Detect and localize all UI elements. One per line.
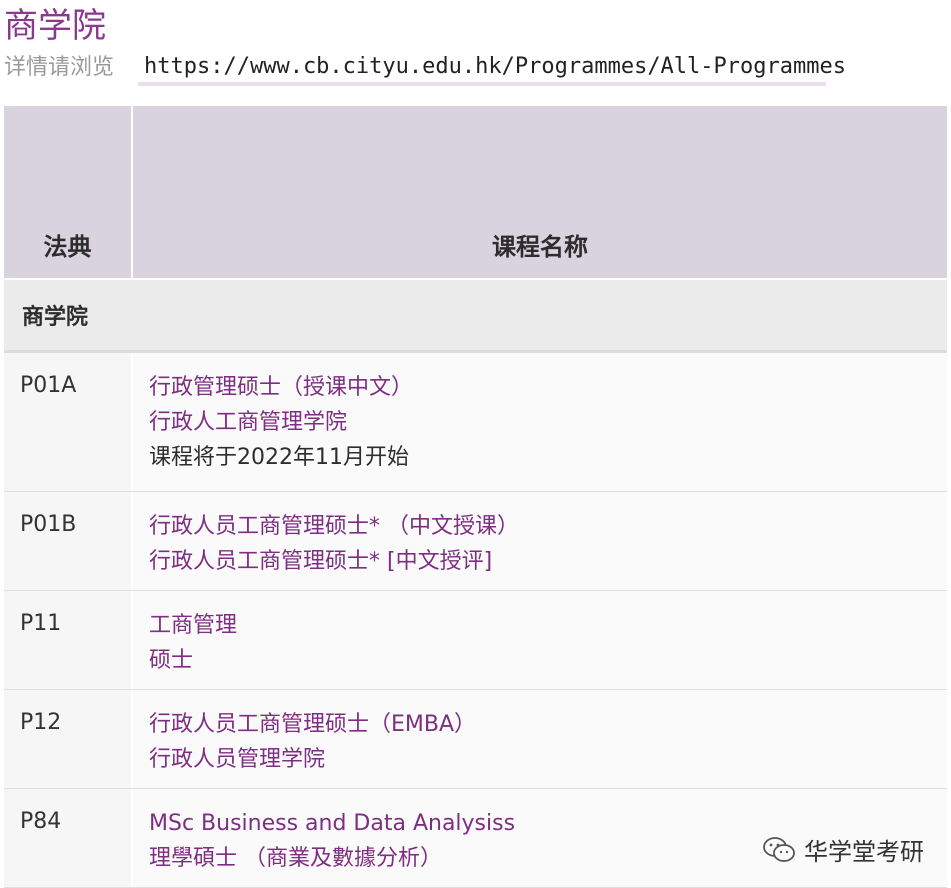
programme-name-cell: 行政管理硕士（授课中文） 行政人工商管理学院 课程将于2022年11月开始: [133, 353, 947, 491]
table-row: P01B 行政人员工商管理硕士* （中文授课） 行政人员工商管理硕士* [中文授…: [4, 492, 947, 591]
page-title: 商学院: [4, 6, 106, 46]
programme-note: 课程将于2022年11月开始: [149, 445, 409, 470]
programme-code: P01B: [4, 492, 133, 590]
table-header: 法典 课程名称: [4, 106, 947, 278]
programme-name-link[interactable]: 行政管理硕士（授课中文）: [149, 370, 947, 405]
url-prefix: 详情请浏览: [4, 55, 115, 80]
header-name: 课程名称: [492, 233, 588, 261]
programme-name-link[interactable]: 行政人员工商管理硕士* （中文授课）: [149, 509, 947, 544]
programme-code: P84: [4, 789, 133, 887]
programme-table: 法典 课程名称 商学院 P01A 行政管理硕士（授课中文） 行政人工商管理学院 …: [4, 106, 947, 888]
table-row: P11 工商管理 硕士: [4, 591, 947, 690]
programme-name-link[interactable]: 行政人员工商管理硕士（EMBA）: [149, 707, 947, 742]
table-row: P12 行政人员工商管理硕士（EMBA） 行政人员管理学院: [4, 690, 947, 789]
section-row: 商学院: [4, 280, 947, 350]
header-code: 法典: [4, 106, 133, 278]
programme-name-link[interactable]: 行政人员管理学院: [149, 742, 947, 777]
programme-code: P11: [4, 591, 133, 689]
programme-name-cell: 行政人员工商管理硕士（EMBA） 行政人员管理学院: [133, 690, 947, 788]
watermark-text: 华学堂考研: [804, 838, 924, 866]
wechat-icon: [763, 836, 795, 862]
programmes-link[interactable]: https://www.cb.cityu.edu.hk/Programmes/A…: [138, 52, 846, 86]
programme-code: P01A: [4, 353, 133, 491]
programme-name-cell: 工商管理 硕士: [133, 591, 947, 689]
programme-code: P12: [4, 690, 133, 788]
watermark: 华学堂考研: [762, 832, 924, 867]
programme-name-cell: 行政人员工商管理硕士* （中文授课） 行政人员工商管理硕士* [中文授评]: [133, 492, 947, 590]
programme-name-link[interactable]: 行政人工商管理学院: [149, 405, 947, 440]
programme-name-link[interactable]: 工商管理: [149, 608, 947, 643]
programme-name-link[interactable]: 行政人员工商管理硕士* [中文授评]: [149, 544, 947, 579]
programme-name-link[interactable]: 硕士: [149, 643, 947, 678]
table-row: P01A 行政管理硕士（授课中文） 行政人工商管理学院 课程将于2022年11月…: [4, 350, 947, 492]
